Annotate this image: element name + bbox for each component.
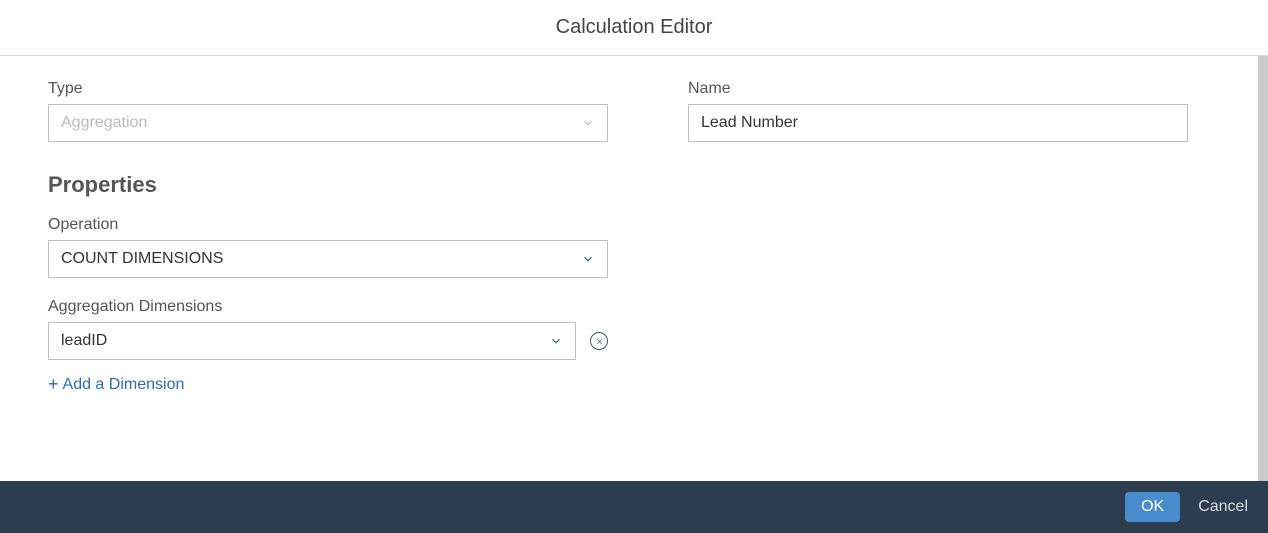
name-input-wrapper	[688, 104, 1188, 142]
chevron-down-icon	[581, 252, 595, 266]
name-field-group: Name	[688, 80, 1188, 142]
operation-label: Operation	[48, 216, 608, 234]
name-input[interactable]	[701, 105, 1175, 141]
agg-dim-label: Aggregation Dimensions	[48, 298, 608, 316]
operation-field-group: Operation COUNT DIMENSIONS	[48, 216, 608, 278]
type-field-group: Type Aggregation	[48, 80, 608, 142]
add-dimension-label: Add a Dimension	[63, 376, 185, 394]
chevron-down-icon	[581, 116, 595, 130]
operation-select[interactable]: COUNT DIMENSIONS	[48, 240, 608, 278]
plus-icon: +	[48, 374, 59, 395]
name-label: Name	[688, 80, 1188, 98]
dimension-select-value: leadID	[61, 332, 107, 350]
dimension-select[interactable]: leadID	[48, 322, 576, 360]
dialog-title: Calculation Editor	[0, 0, 1268, 56]
add-dimension-button[interactable]: + Add a Dimension	[48, 374, 184, 395]
type-label: Type	[48, 80, 608, 98]
ok-button[interactable]: OK	[1125, 492, 1180, 522]
cancel-button[interactable]: Cancel	[1198, 498, 1248, 516]
dialog-body: Type Aggregation Properties Operation CO…	[0, 56, 1268, 481]
remove-dimension-button[interactable]	[590, 332, 608, 350]
properties-heading: Properties	[48, 172, 608, 198]
dialog-footer: OK Cancel	[0, 481, 1268, 533]
operation-select-value: COUNT DIMENSIONS	[61, 250, 223, 268]
type-select-value: Aggregation	[61, 114, 147, 132]
type-select[interactable]: Aggregation	[48, 104, 608, 142]
left-column: Type Aggregation Properties Operation CO…	[48, 80, 608, 457]
chevron-down-icon	[549, 334, 563, 348]
right-column: Name	[688, 80, 1188, 457]
scrollbar[interactable]	[1258, 56, 1268, 481]
agg-dim-field-group: Aggregation Dimensions leadID + Add a Di…	[48, 298, 608, 395]
dimension-row: leadID	[48, 322, 608, 360]
